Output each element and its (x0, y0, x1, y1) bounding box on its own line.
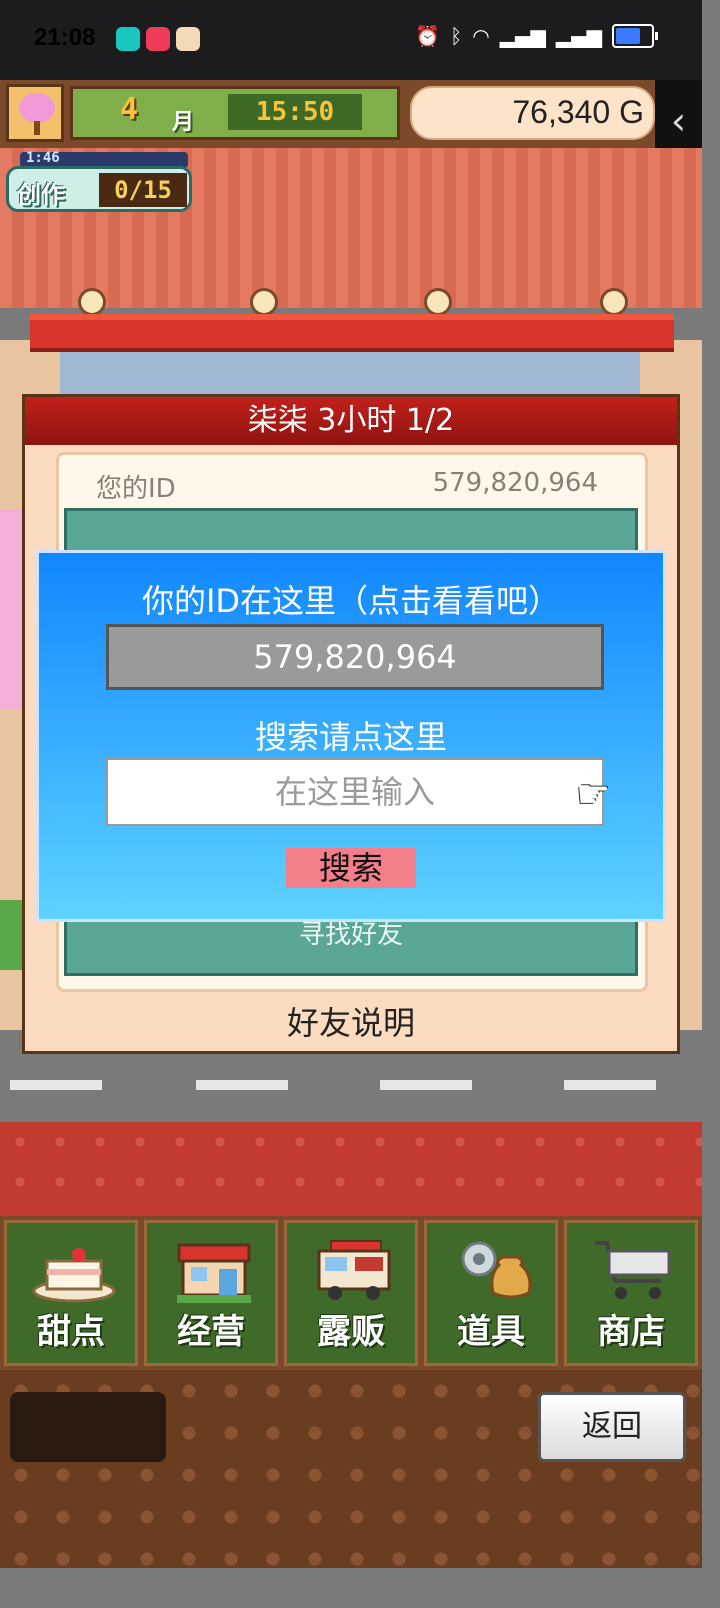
lamp-icon (250, 288, 278, 316)
item-bag-icon (461, 1241, 532, 1299)
status-time: 21:08 (34, 24, 96, 51)
red-carpet (0, 1122, 702, 1218)
road-line (196, 1080, 288, 1090)
road-line (564, 1080, 656, 1090)
heart-app-icon (146, 27, 170, 51)
month-number: 4 (120, 92, 139, 127)
tap-icon (116, 27, 140, 51)
friend-id-input[interactable] (106, 758, 604, 826)
menu-dessert-button[interactable]: 甜点 (4, 1220, 138, 1366)
id-display-box[interactable]: 579,820,964 (106, 624, 604, 690)
bush-decoration (0, 900, 22, 970)
panel-title: 柒柒 3小时 1/2 (25, 397, 677, 445)
cat-app-icon (176, 27, 200, 51)
menu-label: 露贩 (317, 1312, 385, 1352)
wifi-icon: ◠ (472, 24, 490, 48)
game-clock: 15:50 (228, 94, 362, 130)
shop-icon (177, 1243, 251, 1303)
back-button[interactable]: 返回 (538, 1392, 686, 1462)
search-prompt: 搜索请点这里 (254, 718, 447, 756)
5g-signal-icon: ▂▄▆ (499, 24, 546, 48)
create-count: 0/15 (99, 173, 187, 207)
chevron-left-icon: ‹ (670, 99, 687, 143)
menu-manage-button[interactable]: 经营 (144, 1220, 278, 1366)
road-line (10, 1080, 102, 1090)
friends-help-link[interactable]: 好友说明 (22, 998, 680, 1044)
footer-slot (10, 1392, 166, 1462)
menu-items-button[interactable]: 道具 (424, 1220, 558, 1366)
awning (30, 314, 674, 352)
road-line (380, 1080, 472, 1090)
menu-label: 经营 (177, 1312, 245, 1352)
menu-stall-button[interactable]: 露贩 (284, 1220, 418, 1366)
your-id-label: 您的ID (96, 474, 176, 504)
create-label: 创作 (17, 181, 65, 209)
lamp-icon (424, 288, 452, 316)
cherry-tree-button[interactable] (6, 84, 64, 142)
lamp-icon (600, 288, 628, 316)
cake-icon (32, 1248, 116, 1303)
cart-icon (595, 1241, 671, 1299)
search-button[interactable]: 搜索 (286, 848, 416, 888)
food-truck-icon (317, 1240, 391, 1300)
bluetooth-icon: ᛒ (450, 24, 463, 48)
5g-signal-icon: ▂▄▆ (555, 24, 602, 48)
create-badge[interactable]: 1:46 创作 0/15 (6, 150, 192, 212)
money-value: 76,340 G (512, 94, 644, 130)
cherry-tree-icon (19, 93, 55, 123)
pointing-hand-icon: ☚ (576, 772, 611, 816)
your-id-value: 579,820,964 (432, 468, 598, 498)
alarm-icon: ⏰ (415, 24, 441, 48)
menu-label: 甜点 (37, 1312, 105, 1352)
battery-charging-icon (612, 24, 658, 48)
create-timer: 1:46 (26, 150, 60, 166)
month-label: 月 (172, 110, 195, 135)
menu-label: 商店 (597, 1312, 665, 1352)
lamp-icon (78, 288, 106, 316)
dialog-title: 你的ID在这里（点击看看吧） (141, 582, 561, 620)
menu-store-button[interactable]: 商店 (564, 1220, 698, 1366)
status-indicators: ⏰ ᛒ ◠ ▂▄▆ ▂▄▆ (415, 24, 658, 48)
menu-label: 道具 (457, 1312, 525, 1352)
cherry-tree-decoration (0, 510, 22, 710)
